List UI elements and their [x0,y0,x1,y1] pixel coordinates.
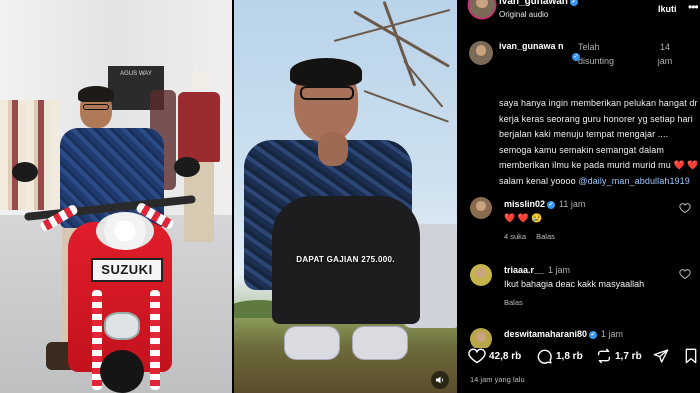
verified-icon: ✓ [569,0,578,6]
person-hair [290,58,362,86]
ribbon-front-right [150,290,160,390]
save-button[interactable] [684,348,700,364]
avatar[interactable] [470,197,492,219]
reply-button[interactable]: Balas [536,232,555,241]
repost-button[interactable]: 1,7 rb [596,348,642,364]
mirror-left [12,162,38,182]
heart-outline-icon[interactable] [679,202,691,214]
comment-username[interactable]: ivan_gunawa n [499,40,567,53]
glasses-icon [300,86,354,100]
avatar[interactable] [470,264,492,286]
avatar[interactable] [469,0,495,18]
post-header: ivan_gunawan ✓ Original audio Ikuti ••• [458,0,700,26]
reply-text: Ikut bahagia deac kakk masyaallah [504,279,645,289]
video-frame[interactable]: DAPAT GAJIAN 275.000. [234,0,457,393]
ground [234,318,457,393]
post-date: 14 jam yang lalu [470,375,525,384]
reply-actions: Balas [504,298,523,307]
heart-icon [468,348,486,364]
comment-icon [537,349,552,364]
mirror-right [174,157,200,177]
avatar[interactable] [470,328,492,350]
reply-actions: 4 suka Balas [504,232,555,241]
mention-link[interactable]: @daily_man_abdullah1919 [578,176,690,186]
reply-username[interactable]: deswitamaharani80 ✓ 1 jam [504,329,623,339]
share-button[interactable] [653,348,672,364]
scooter-tire [100,350,144,393]
comment-count: 1,8 rb [556,351,583,362]
clothing-rack [0,100,60,210]
repost-icon [598,348,610,364]
reply-time: 1 jam [601,329,624,339]
man-hair [78,86,114,102]
speaker-icon[interactable] [431,371,449,389]
verified-icon: ✓ [547,201,556,209]
follow-button[interactable]: Ikuti [658,4,677,14]
like-count: 42,8 rb [489,350,522,362]
scooter-headlamp [104,312,140,340]
reply-username[interactable]: misslin02 ✓ 11 jam [504,199,585,209]
comment-text: saya hanya ingin memberikan pelukan hang… [499,98,699,186]
action-bar: 42,8 rb 1,8 rb 1,7 rb [458,348,700,372]
avatar[interactable] [469,41,493,65]
heart-outline-icon[interactable] [679,268,691,280]
reply-time: 1 jam [548,265,571,275]
repost-count: 1,7 rb [615,350,642,362]
heart-emoji: ❤️ ❤️ [673,160,699,170]
bookmark-icon [685,348,697,364]
person-shoe-left [284,326,340,360]
audio-label[interactable]: Original audio [499,10,548,19]
verified-icon: ✓ [589,331,598,339]
comment-time: 14 jam [657,42,673,66]
glasses-icon [83,104,109,110]
comment-button[interactable]: 1,8 rb [536,348,583,365]
like-count[interactable]: 4 suka [504,232,526,241]
post-username[interactable]: ivan_gunawan ✓ [499,0,578,7]
left-photo: AGUS WAY SUZUKI [0,0,232,393]
reply-button[interactable]: Balas [504,298,523,307]
reply-text: ❤️ ❤️ 😢 [504,213,543,223]
like-button[interactable]: 42,8 rb [468,348,521,364]
person-shoe-right [352,326,408,360]
reply-username[interactable]: triaaa.r__ 1 jam [504,265,570,275]
more-dots-icon[interactable]: ••• [688,0,699,14]
license-plate: SUZUKI [91,258,163,282]
gift-bow [96,212,154,250]
video-caption: DAPAT GAJIAN 275.000. [296,255,395,264]
comments-panel: ivan_gunawan ✓ Original audio Ikuti ••• i… [458,0,700,393]
reply-time: 11 jam [559,199,586,209]
edited-label: Telah disunting [578,42,615,66]
send-icon [653,349,669,363]
person-hand [318,132,348,166]
